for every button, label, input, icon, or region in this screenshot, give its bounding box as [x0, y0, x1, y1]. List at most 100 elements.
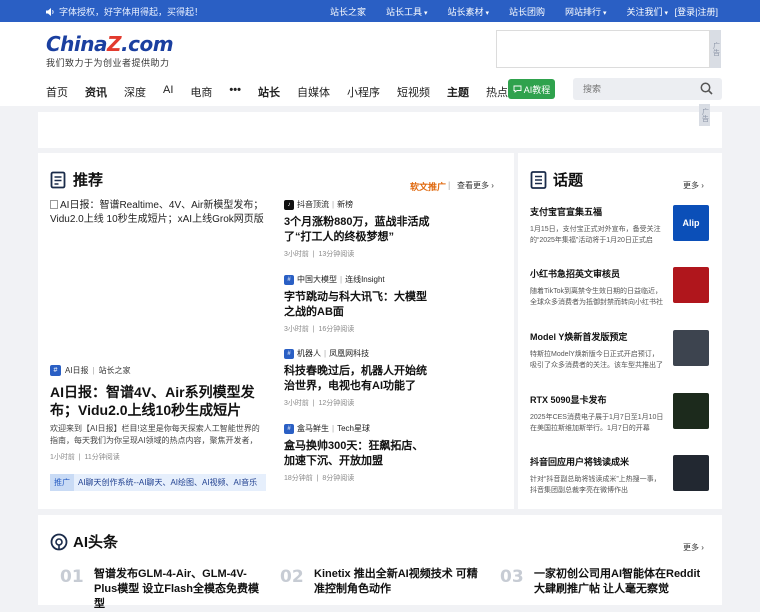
topic-item[interactable]: 小红书急招英文审核员 随着TikTok到离禁令生效日期的日益临近，全球众多消费者为… [530, 267, 710, 308]
nav-item[interactable]: 主题 [447, 84, 469, 100]
topics-section: 话题 更多 › 支付宝官宣集五福 1月15日，支付宝正式对外宣布，备受关注的“20… [518, 153, 722, 509]
topics-more-link[interactable]: 更多 › [683, 180, 704, 191]
view-more-link[interactable]: 查看更多 › [457, 180, 494, 191]
topic-icon [530, 170, 547, 189]
promo-tag: 推广 [50, 474, 74, 491]
ai-headlines-more-link[interactable]: 更多 › [683, 542, 704, 553]
article-source2[interactable]: 新榜 [337, 199, 353, 210]
top-nav-item[interactable]: 网站排行 [565, 5, 606, 18]
ai-headline-item[interactable]: 02 Kinetix 推出全新AI视频技术 可精准控制角色动作 [280, 567, 500, 612]
nav-item[interactable]: ••• [229, 84, 241, 100]
article-title[interactable]: 字节跳动与科大讯飞：大模型之战的AB面 [284, 290, 434, 320]
article-source[interactable]: 机器人 [297, 348, 321, 359]
headline-title[interactable]: 智谱发布GLM-4-Air、GLM-4V-Plus模型 设立Flash全模态免费… [94, 567, 262, 612]
headline-title[interactable]: Kinetix 推出全新AI视频技术 可精准控制角色动作 [314, 567, 482, 612]
hero-source: # AI日报 | 站长之家 [50, 365, 131, 376]
ai-headlines-title: AI头条 [73, 534, 119, 551]
article-source2[interactable]: 连线Insight [345, 274, 385, 285]
broken-image-icon [50, 200, 58, 209]
hero-image[interactable]: AI日报：智谱Realtime、4V、Air新模型发布；Vidu2.0上线 10… [50, 199, 267, 359]
topic-thumbnail[interactable] [673, 393, 709, 429]
hero-title[interactable]: AI日报：智谱4V、Air系列模型发布；Vidu2.0上线10秒生成短片 [50, 383, 266, 419]
nav-item[interactable]: 首页 [46, 84, 68, 100]
nav-item[interactable]: 深度 [124, 84, 146, 100]
publisher-icon: # [50, 365, 61, 376]
search-input[interactable] [583, 84, 693, 94]
header-ad-slot[interactable] [496, 30, 710, 68]
topics-title: 话题 [553, 172, 584, 189]
ai-headlines-section: AI头条 更多 › 01 智谱发布GLM-4-Air、GLM-4V-Plus模型 … [38, 515, 722, 610]
article-source[interactable]: 盒马鲜生 [297, 423, 329, 434]
notice-text: 字体授权，好字体用得起，买得起！ [59, 7, 204, 17]
soft-ad-link[interactable]: 软文推广 [410, 180, 446, 193]
top-nav-item[interactable]: 站长素材 [448, 5, 489, 18]
article-source[interactable]: 中国大模型 [297, 274, 337, 285]
ad-label: 广告 [710, 30, 721, 68]
ai-headline-item[interactable]: 01 智谱发布GLM-4-Air、GLM-4V-Plus模型 设立Flash全模态… [60, 567, 280, 612]
logo-slogan: 我们致力于为创业者提供助力 [46, 58, 170, 68]
nav-item[interactable]: 自媒体 [297, 84, 330, 100]
top-nav-item[interactable]: 站长团购 [509, 5, 545, 18]
nav-item[interactable]: 电商 [190, 84, 212, 100]
publisher-icon: # [284, 423, 294, 434]
topic-thumbnail[interactable] [673, 455, 709, 491]
ai-headline-item[interactable]: 03 一家初创公司用AI智能体在Reddit大肆刷推广帖 让人毫无察觉 [500, 567, 720, 612]
ai-tutorial-button[interactable]: AI教程 [508, 79, 555, 99]
topic-desc: 随着TikTok到离禁令生效日期的日益临近，全球众多消费者为抵御封禁而转向小红书… [530, 288, 663, 306]
article-item[interactable]: ♪ 抖音顶流 | 新榜 3个月涨粉880万，蓝战非活成了“打工人的终极梦想” 3小时前 |… [284, 199, 434, 259]
article-meta: 3小时前 | 12分钟阅读 [284, 400, 355, 407]
nav-item[interactable]: 站长 [258, 84, 280, 100]
nav-item[interactable]: 短视频 [397, 84, 430, 100]
top-nav: 站长之家 站长工具 站长素材 站长团购 网站排行 关注我们 [330, 5, 688, 18]
topic-desc: 特斯拉ModelY焕新版今日正式开启预订，吸引了众多消费者的关注。该车型共推出了 [530, 351, 663, 369]
headline-number: 02 [280, 567, 304, 587]
article-item[interactable]: # 中国大模型 | 连线Insight 字节跳动与科大讯飞：大模型之战的AB面 3小时前 … [284, 274, 434, 334]
chinaz-logo[interactable]: ChinaZ.com 我们致力于为创业者提供助力 [46, 32, 174, 69]
topic-desc: 针对“抖音副总助将钱读成米”上热搜一事，抖音集团副总裁李亮在微博作出 [530, 476, 661, 494]
topic-item[interactable]: 抖音回应用户将钱读成米 针对“抖音副总助将钱读成米”上热搜一事，抖音集团副总裁李亮… [530, 455, 710, 496]
top-nav-item[interactable]: 站长工具 [386, 5, 427, 18]
nav-item[interactable]: 资讯 [85, 84, 107, 100]
topic-item[interactable]: RTX 5090显卡发布 2025年CES消费电子展于1月7日至1月10日在美国拉… [530, 393, 710, 434]
article-source2[interactable]: Tech星球 [337, 423, 370, 434]
douyin-icon: ♪ [284, 199, 294, 210]
notice[interactable]: 字体授权，好字体用得起，买得起！ [46, 5, 203, 18]
speaker-icon [46, 7, 54, 16]
article-source[interactable]: 抖音顶流 [297, 199, 329, 210]
ai-chat-icon [513, 85, 522, 93]
header: ChinaZ.com 我们致力于为创业者提供助力 广告 [0, 22, 760, 78]
publisher-icon: # [284, 348, 294, 359]
top-bar: 字体授权，好字体用得起，买得起！ 站长之家 站长工具 站长素材 站长团购 网站排行 关注我… [0, 0, 760, 22]
promo-link[interactable]: 推广 AI聊天创作系统--AI聊天、AI绘图、AI视频、AI音乐 [50, 474, 266, 491]
article-title[interactable]: 科技春晚过后，机器人开始统治世界，电视也有AI功能了 [284, 364, 434, 394]
topic-desc: 1月15日，支付宝正式对外宣布，备受关注的“2025年集福”活动将于1月20日正… [530, 226, 661, 244]
headline-number: 03 [500, 567, 524, 587]
topic-thumbnail[interactable] [673, 330, 709, 366]
headline-title[interactable]: 一家初创公司用AI智能体在Reddit大肆刷推广帖 让人毫无察觉 [534, 567, 702, 612]
top-nav-item[interactable]: 关注我们 [626, 5, 667, 18]
topic-thumbnail[interactable]: Alip [673, 205, 709, 241]
recommend-title: 推荐 [73, 172, 104, 189]
recommend-icon [50, 171, 66, 188]
search-box[interactable] [573, 78, 722, 100]
nav-item[interactable]: 小程序 [347, 84, 380, 100]
article-title[interactable]: 盒马换帅300天：狂飙拓店、加速下沉、开放加盟 [284, 439, 434, 469]
topic-item[interactable]: 支付宝官宣集五福 1月15日，支付宝正式对外宣布，备受关注的“2025年集福”活动… [530, 205, 710, 246]
article-meta: 3小时前 | 13分钟阅读 [284, 251, 355, 258]
article-item[interactable]: # 盒马鲜生 | Tech星球 盒马换帅300天：狂飙拓店、加速下沉、开放加盟 18分钟前… [284, 423, 434, 483]
nav-item[interactable]: 热点 [486, 84, 508, 100]
ad-banner[interactable]: 广告 [38, 104, 722, 148]
publisher-icon: # [284, 274, 294, 285]
topic-item[interactable]: Model Y焕新首发版预定 特斯拉ModelY焕新版今日正式开启预订，吸引了众多… [530, 330, 710, 371]
hero-time: 1小时前 | 11分钟阅读 [50, 454, 120, 461]
headline-number: 01 [60, 567, 84, 587]
recommend-section: 推荐 软文推广 | 查看更多 › AI日报：智谱Realtime、4V、Air新… [38, 153, 514, 509]
nav-item[interactable]: AI [163, 84, 173, 100]
login-register-link[interactable]: [登录|注册] [675, 5, 718, 18]
article-title[interactable]: 3个月涨粉880万，蓝战非活成了“打工人的终极梦想” [284, 215, 434, 245]
topic-thumbnail[interactable] [673, 267, 709, 303]
search-icon[interactable] [700, 82, 713, 95]
article-item[interactable]: # 机器人 | 凤凰网科技 科技春晚过后，机器人开始统治世界，电视也有AI功能了 3小时前… [284, 348, 434, 408]
article-source2[interactable]: 凤凰网科技 [329, 348, 369, 359]
top-nav-item[interactable]: 站长之家 [330, 5, 366, 18]
